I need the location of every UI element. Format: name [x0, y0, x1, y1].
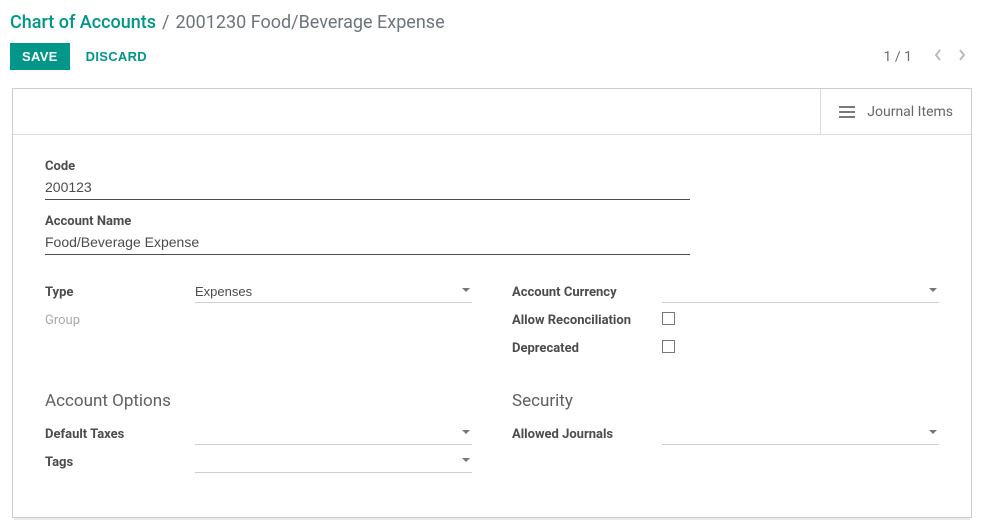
- group-label: Group: [45, 313, 195, 328]
- allowed-journals-label: Allowed Journals: [512, 427, 662, 442]
- code-label: Code: [45, 159, 939, 174]
- breadcrumb: Chart of Accounts / 2001230 Food/Beverag…: [0, 0, 984, 39]
- tags-select[interactable]: [195, 452, 472, 473]
- default-taxes-label: Default Taxes: [45, 427, 195, 442]
- breadcrumb-current: 2001230 Food/Beverage Expense: [175, 12, 444, 33]
- journal-items-label: Journal Items: [867, 104, 953, 120]
- default-taxes-select[interactable]: [195, 424, 472, 445]
- form-sheet: Journal Items Code Account Name Type Gro…: [12, 88, 972, 518]
- account-currency-label: Account Currency: [512, 285, 662, 300]
- save-button[interactable]: SAVE: [10, 43, 70, 70]
- deprecated-label: Deprecated: [512, 341, 662, 356]
- pager-text: 1 / 1: [884, 49, 912, 65]
- button-box: Journal Items: [13, 89, 971, 135]
- account-name-label: Account Name: [45, 214, 939, 229]
- toolbar: SAVE DISCARD 1 / 1: [0, 39, 984, 88]
- allowed-journals-select[interactable]: [662, 424, 939, 445]
- security-heading: Security: [512, 391, 939, 411]
- allow-reconciliation-checkbox[interactable]: [662, 312, 675, 325]
- breadcrumb-root-link[interactable]: Chart of Accounts: [10, 12, 156, 33]
- pager-next-button[interactable]: [950, 46, 974, 67]
- deprecated-checkbox[interactable]: [662, 340, 675, 353]
- journal-items-button[interactable]: Journal Items: [820, 89, 971, 134]
- list-icon: [839, 103, 855, 121]
- allow-reconciliation-label: Allow Reconciliation: [512, 313, 662, 328]
- breadcrumb-separator: /: [162, 12, 169, 33]
- discard-button[interactable]: DISCARD: [74, 43, 159, 70]
- pager-prev-button[interactable]: [926, 46, 950, 67]
- code-input[interactable]: [45, 177, 690, 200]
- chevron-right-icon: [957, 48, 967, 62]
- type-label: Type: [45, 285, 195, 300]
- account-name-input[interactable]: [45, 232, 690, 255]
- pager: 1 / 1: [884, 46, 974, 67]
- type-select[interactable]: [195, 282, 472, 303]
- chevron-left-icon: [933, 48, 943, 62]
- account-options-heading: Account Options: [45, 391, 472, 411]
- account-currency-select[interactable]: [662, 282, 939, 303]
- tags-label: Tags: [45, 455, 195, 470]
